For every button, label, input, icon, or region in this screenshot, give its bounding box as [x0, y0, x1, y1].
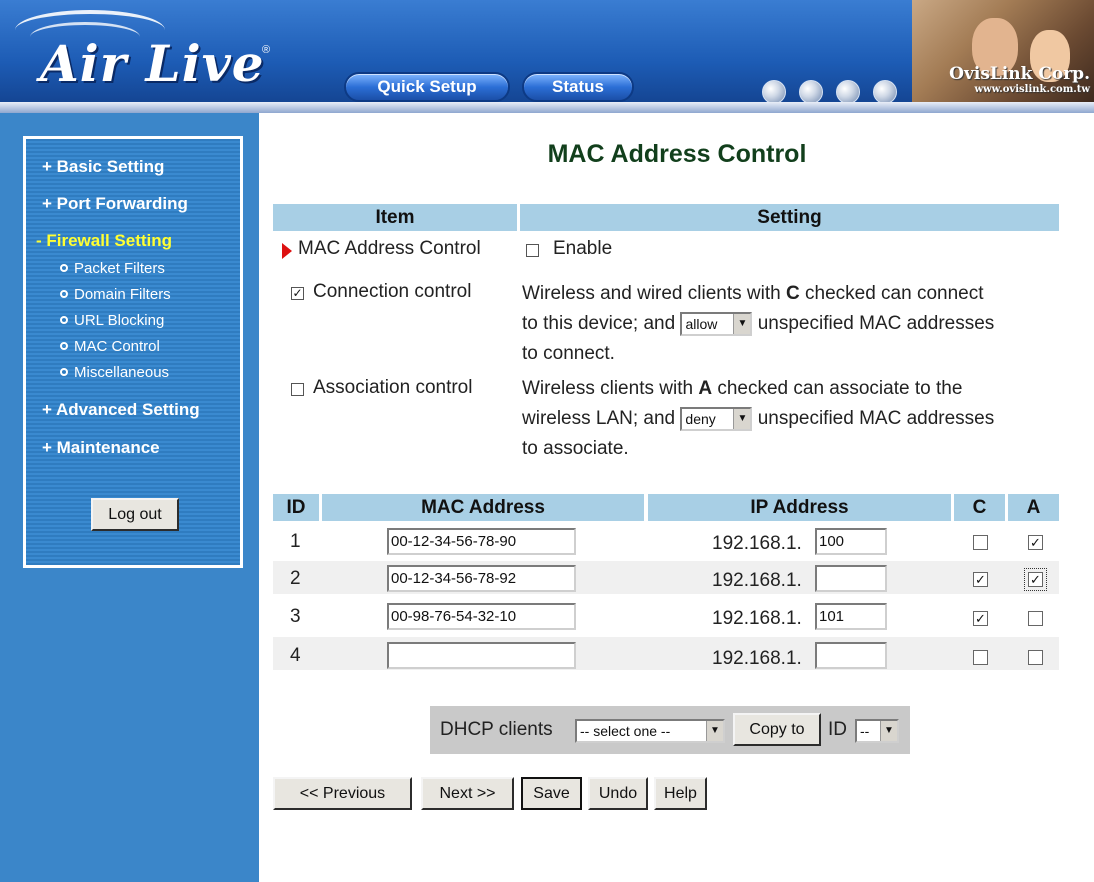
undo-button[interactable]: Undo — [588, 777, 648, 810]
a-column-header: A — [1008, 494, 1059, 521]
id-label: ID — [828, 719, 847, 740]
banner-stripe — [0, 102, 1094, 113]
ip-suffix-input[interactable] — [815, 642, 887, 669]
globe-icon — [762, 80, 786, 104]
chevron-down-icon: ▼ — [706, 721, 723, 741]
bullet-icon — [60, 368, 68, 376]
dhcp-clients-bar: DHCP clients -- select one -- ▼ Copy to I… — [430, 706, 910, 754]
bullet-icon — [60, 342, 68, 350]
nav-basic-setting[interactable]: + Basic Setting — [42, 157, 164, 177]
nav-firewall-setting[interactable]: - Firewall Setting — [36, 231, 172, 251]
connection-policy-select[interactable]: allow ▼ — [680, 311, 753, 336]
nav-packet-filters[interactable]: Packet Filters — [60, 260, 165, 277]
a-checkbox[interactable] — [1028, 650, 1043, 665]
enable-checkbox[interactable] — [526, 244, 539, 257]
chevron-down-icon: ▼ — [733, 313, 751, 334]
c-checkbox[interactable]: ✓ — [973, 572, 988, 587]
connection-control-label: Connection control — [313, 281, 472, 302]
mac-address-input[interactable]: 00-12-34-56-78-90 — [387, 528, 576, 555]
mac-address-input[interactable]: 00-12-34-56-78-92 — [387, 565, 576, 592]
globe-icon — [799, 80, 823, 104]
globe-icon — [873, 80, 897, 104]
id-column-header: ID — [273, 494, 319, 521]
connection-control-description: Wireless and wired clients with C checke… — [522, 283, 995, 364]
ip-suffix-input[interactable]: 100 — [815, 528, 887, 555]
chevron-down-icon: ▼ — [733, 408, 751, 429]
item-column-header: Item — [273, 204, 517, 231]
nav-url-blocking[interactable]: URL Blocking — [60, 312, 164, 329]
globe-icon — [836, 80, 860, 104]
row-id: 2 — [290, 568, 301, 589]
airlive-logo: Air Live — [40, 34, 265, 93]
nav-advanced-setting[interactable]: + Advanced Setting — [42, 400, 200, 420]
nav-mac-control[interactable]: MAC Control — [60, 338, 160, 355]
company-url: www.ovislink.com.tw — [974, 84, 1090, 95]
a-checkbox[interactable]: ✓ — [1028, 535, 1043, 550]
nav-maintenance[interactable]: + Maintenance — [42, 438, 160, 458]
enable-label: Enable — [553, 238, 613, 259]
company-name: OvisLink Corp. — [949, 64, 1090, 84]
ip-suffix-input[interactable] — [815, 565, 887, 592]
ip-suffix-input[interactable]: 101 — [815, 603, 887, 630]
ip-prefix: 192.168.1. — [712, 533, 802, 554]
logout-button[interactable]: Log out — [91, 498, 179, 531]
copy-to-button[interactable]: Copy to — [733, 713, 821, 746]
row-id: 3 — [290, 606, 301, 627]
a-checkbox[interactable]: ✓ — [1024, 568, 1047, 591]
setting-column-header: Setting — [520, 204, 1059, 231]
save-button[interactable]: Save — [521, 777, 582, 810]
nav-menu: + Basic Setting + Port Forwarding - Fire… — [23, 136, 243, 568]
sidebar: + Basic Setting + Port Forwarding - Fire… — [0, 113, 259, 882]
c-checkbox[interactable] — [973, 650, 988, 665]
mac-column-header: MAC Address — [322, 494, 644, 521]
c-column-header: C — [954, 494, 1005, 521]
status-button[interactable]: Status — [522, 72, 634, 102]
mac-control-label: MAC Address Control — [298, 238, 481, 259]
ip-prefix: 192.168.1. — [712, 608, 802, 629]
next-button[interactable]: Next >> — [421, 777, 514, 810]
bullet-icon — [60, 316, 68, 324]
quick-setup-button[interactable]: Quick Setup — [344, 72, 510, 102]
previous-button[interactable]: << Previous — [273, 777, 412, 810]
registered-mark: ® — [262, 44, 271, 56]
bullet-icon — [60, 264, 68, 272]
ip-prefix: 192.168.1. — [712, 570, 802, 591]
a-checkbox[interactable] — [1028, 611, 1043, 626]
page-title: MAC Address Control — [547, 140, 807, 168]
company-brand: OvisLink Corp. www.ovislink.com.tw — [928, 64, 1094, 95]
dhcp-clients-label: DHCP clients — [440, 719, 553, 740]
nav-port-forwarding[interactable]: + Port Forwarding — [42, 194, 188, 214]
dhcp-client-select[interactable]: -- select one -- ▼ — [575, 719, 725, 743]
nav-miscellaneous[interactable]: Miscellaneous — [60, 364, 169, 381]
association-control-checkbox[interactable] — [291, 383, 304, 396]
c-checkbox[interactable] — [973, 535, 988, 550]
bullet-icon — [60, 290, 68, 298]
dhcp-id-select[interactable]: -- ▼ — [855, 719, 899, 743]
association-control-description: Wireless clients with A checked can asso… — [522, 378, 995, 459]
top-banner: Air Live ® Quick Setup Status OvisLink C… — [0, 0, 1094, 113]
connection-control-checkbox[interactable]: ✓ — [291, 287, 304, 300]
c-checkbox[interactable]: ✓ — [973, 611, 988, 626]
chevron-down-icon: ▼ — [880, 721, 897, 741]
association-control-label: Association control — [313, 377, 473, 398]
ip-column-header: IP Address — [648, 494, 951, 521]
row-id: 1 — [290, 531, 301, 552]
nav-domain-filters[interactable]: Domain Filters — [60, 286, 171, 303]
red-arrow-icon — [282, 243, 292, 259]
mac-address-input[interactable] — [387, 642, 576, 669]
help-button[interactable]: Help — [654, 777, 707, 810]
ip-prefix: 192.168.1. — [712, 648, 802, 669]
mac-address-input[interactable]: 00-98-76-54-32-10 — [387, 603, 576, 630]
row-id: 4 — [290, 645, 301, 666]
association-policy-select[interactable]: deny ▼ — [680, 406, 753, 431]
